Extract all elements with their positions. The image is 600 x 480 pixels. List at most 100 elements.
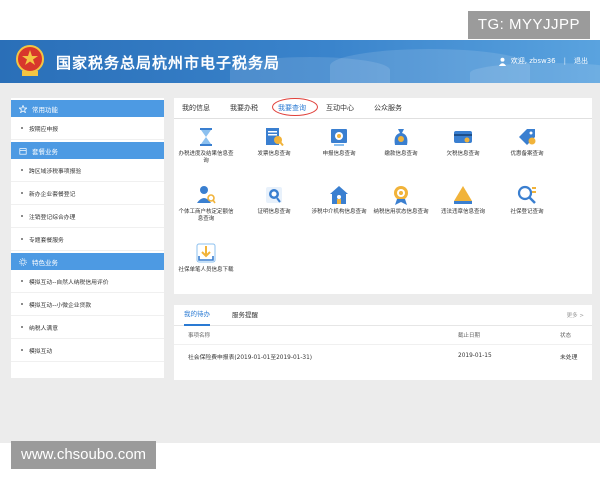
query-item-label: 优惠备案查询 [510, 151, 544, 157]
sidebar-item-label: 模拟互动--小微企业贷款 [29, 302, 92, 309]
sidebar-item[interactable]: 跨区域涉税事项报验 [11, 159, 164, 182]
user-icon [498, 57, 506, 66]
query-item-label: 社保登记查询 [510, 209, 544, 215]
package-icon [19, 147, 27, 155]
query-item-label: 社保单笔人员信息下载 [178, 267, 234, 273]
telegram-watermark: TG: MYYJJPP [467, 11, 590, 39]
bullet [21, 215, 23, 217]
tab-service-reminder[interactable]: 服务提醒 [232, 305, 258, 325]
section-title: 套餐业务 [32, 147, 58, 156]
bullet [21, 349, 23, 351]
query-item-violation[interactable]: 违法违章信息查询 [433, 184, 493, 216]
bullet [21, 169, 23, 171]
download-icon [196, 243, 216, 263]
todo-tabs: 我的待办 服务提醒 更多 > [174, 305, 592, 326]
warning-triangle-icon [454, 186, 472, 204]
query-item-label: 违法违章信息查询 [440, 209, 485, 215]
tab-my-todo[interactable]: 我的待办 [184, 304, 210, 326]
query-item-social-download[interactable]: 社保单笔人员信息下载 [176, 242, 236, 274]
agency-house-icon [330, 186, 348, 204]
tab-public-service[interactable]: 公众服务 [374, 103, 402, 113]
sidebar-item-label: 跨区域涉税事项报验 [29, 168, 82, 175]
sidebar-item-label: 纳税人满意 [29, 325, 58, 332]
main-tabs: 我的信息 我要办税 我要查询 互动中心 公众服务 [174, 98, 592, 119]
sidebar-item-label: 按期应申报 [29, 126, 58, 133]
tab-query[interactable]: 我要查询 [272, 98, 318, 116]
query-item-credit[interactable]: 纳税信用状态信息查询 [371, 184, 431, 216]
hourglass-icon [200, 128, 212, 146]
query-item-arrears[interactable]: 欠税信息查询 [433, 126, 493, 158]
query-item-label: 证明信息查询 [257, 209, 291, 215]
credit-medal-icon [394, 186, 408, 205]
sidebar-item[interactable]: 模拟互动--自然人纳税信用评价 [11, 270, 164, 293]
site-title: 国家税务总局杭州市电子税务局 [56, 55, 281, 72]
todo-panel: 我的待办 服务提醒 更多 > 事项名称 截止日期 状态 社会保险费申报表(201… [174, 305, 592, 380]
invoice-search-icon [266, 128, 284, 147]
column-header: 事项名称 [188, 333, 211, 339]
certificate-search-icon [266, 187, 282, 203]
column-header: 截止日期 [458, 333, 481, 339]
bullet [21, 238, 23, 240]
sidebar-section-special[interactable]: 特色业务 [11, 253, 164, 270]
query-item-invoice[interactable]: 发票信息查询 [244, 126, 304, 158]
query-panel: 我的信息 我要办税 我要查询 互动中心 公众服务 办税进度及结果信息查询 发票信… [174, 98, 592, 294]
site-header: 国家税务总局杭州市电子税务局 欢迎, zbsw36 | 退出 [0, 40, 600, 83]
column-header: 状态 [560, 333, 572, 339]
discount-tag-icon [519, 129, 536, 145]
sidebar-item[interactable]: 模拟互动 [11, 339, 164, 362]
username[interactable]: 欢迎, zbsw36 [511, 56, 556, 66]
highlight-circle [272, 98, 318, 116]
query-item-progress[interactable]: 办税进度及结果信息查询 [176, 126, 236, 165]
bullet [21, 192, 23, 194]
more-link[interactable]: 更多 > [567, 311, 584, 319]
todo-item-name[interactable]: 社会保险费申报表(2019-01-01至2019-01-31) [174, 352, 458, 361]
sidebar-section-common[interactable]: 常用功能 [11, 100, 164, 117]
section-title: 特色业务 [32, 258, 58, 267]
sidebar: 常用功能 按期应申报 套餐业务 跨区域涉税事项报验 新办企业套餐登记 注销登记综… [11, 98, 164, 378]
query-item-label: 涉税中介机构信息查询 [311, 209, 367, 215]
sidebar-item-label: 模拟互动--自然人纳税信用评价 [29, 279, 109, 286]
sidebar-item[interactable]: 注销登记综合办理 [11, 205, 164, 228]
sidebar-item[interactable]: 按期应申报 [11, 117, 164, 140]
sidebar-item-label: 新办企业套餐登记 [29, 191, 76, 198]
national-emblem-icon [16, 45, 44, 76]
query-item-payment[interactable]: 缴款信息查询 [371, 126, 431, 158]
tab-my-info[interactable]: 我的信息 [182, 103, 210, 113]
query-item-label: 办税进度及结果信息查询 [178, 151, 234, 164]
sidebar-item[interactable]: 专题套餐服务 [11, 228, 164, 251]
sidebar-item-label: 注销登记综合办理 [29, 214, 76, 221]
query-item-social-registration[interactable]: 社保登记查询 [497, 184, 557, 216]
sidebar-item[interactable]: 纳税人满意 [11, 316, 164, 339]
query-item-discount[interactable]: 优惠备案查询 [497, 126, 557, 158]
query-item-individual[interactable]: 个体工商户核定定额信息查询 [176, 184, 236, 223]
logout-link[interactable]: 退出 [574, 56, 588, 66]
tab-tax-handling[interactable]: 我要办税 [230, 103, 258, 113]
tab-interaction[interactable]: 互动中心 [326, 103, 354, 113]
user-area: 欢迎, zbsw36 | 退出 [498, 56, 588, 66]
todo-item-date: 2019-01-15 [458, 353, 492, 359]
query-item-agency[interactable]: 涉税中介机构信息查询 [309, 184, 369, 216]
query-item-label: 个体工商户核定定额信息查询 [178, 209, 234, 222]
header-decoration [470, 63, 600, 83]
todo-item-status: 未处理 [560, 354, 578, 361]
query-item-label: 缴款信息查询 [384, 151, 418, 157]
sidebar-item[interactable]: 模拟互动--小微企业贷款 [11, 293, 164, 316]
sidebar-item[interactable]: 新办企业套餐登记 [11, 182, 164, 205]
declaration-search-icon [331, 129, 347, 146]
query-item-certificate[interactable]: 证明信息查询 [244, 184, 304, 216]
payment-bag-icon [394, 129, 408, 145]
bullet [21, 326, 23, 328]
bullet [21, 280, 23, 282]
todo-table-header: 事项名称 截止日期 状态 [174, 326, 592, 345]
arrears-card-icon [454, 131, 472, 143]
sidebar-section-package[interactable]: 套餐业务 [11, 142, 164, 159]
star-icon [19, 104, 27, 113]
gear-icon [19, 257, 27, 266]
section-title: 常用功能 [32, 105, 58, 114]
query-item-label: 发票信息查询 [257, 151, 291, 157]
social-search-icon [517, 185, 536, 204]
query-item-label: 申报信息查询 [322, 151, 356, 157]
query-item-declaration[interactable]: 申报信息查询 [309, 126, 369, 158]
table-row[interactable]: 社会保险费申报表(2019-01-01至2019-01-31) 2019-01-… [174, 345, 592, 367]
bullet [21, 127, 23, 129]
